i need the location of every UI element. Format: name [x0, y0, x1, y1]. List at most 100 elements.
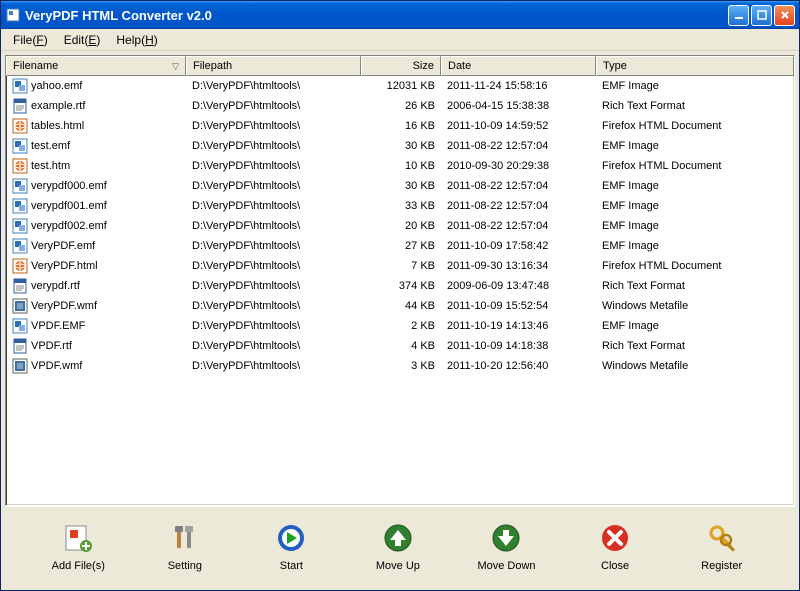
add-files-button[interactable]: Add File(s) [43, 518, 113, 576]
cell-filepath: D:\VeryPDF\htmltools\ [186, 337, 361, 355]
cell-date: 2011-10-09 14:18:38 [441, 337, 596, 355]
list-header: Filename▽ Filepath Size Date Type [6, 56, 794, 76]
cell-filename: test.emf [6, 137, 186, 155]
move-down-button[interactable]: Move Down [469, 518, 543, 576]
cell-type: Firefox HTML Document [596, 157, 794, 175]
cell-size: 16 KB [361, 117, 441, 135]
cell-type: Firefox HTML Document [596, 117, 794, 135]
move-up-label: Move Up [376, 560, 420, 572]
maximize-button[interactable] [751, 5, 772, 26]
file-icon [12, 78, 28, 94]
move-up-button[interactable]: Move Up [363, 518, 433, 576]
register-icon [706, 522, 738, 554]
cell-size: 33 KB [361, 197, 441, 215]
file-icon [12, 158, 28, 174]
cell-type: Windows Metafile [596, 297, 794, 315]
column-type[interactable]: Type [596, 56, 794, 76]
start-button[interactable]: Start [256, 518, 326, 576]
cell-filename: VPDF.wmf [6, 357, 186, 375]
cell-filename: VeryPDF.emf [6, 237, 186, 255]
table-row[interactable]: verypdf000.emfD:\VeryPDF\htmltools\30 KB… [6, 176, 794, 196]
cell-filename: verypdf.rtf [6, 277, 186, 295]
add-files-label: Add File(s) [52, 560, 105, 572]
cell-filepath: D:\VeryPDF\htmltools\ [186, 297, 361, 315]
file-icon [12, 238, 28, 254]
start-label: Start [280, 560, 303, 572]
table-row[interactable]: VeryPDF.wmfD:\VeryPDF\htmltools\44 KB201… [6, 296, 794, 316]
cell-date: 2009-06-09 13:47:48 [441, 277, 596, 295]
minimize-button[interactable] [728, 5, 749, 26]
window-controls [728, 5, 795, 26]
column-filename[interactable]: Filename▽ [6, 56, 186, 76]
cell-type: EMF Image [596, 317, 794, 335]
close-button[interactable] [774, 5, 795, 26]
cell-filename: VPDF.EMF [6, 317, 186, 335]
titlebar[interactable]: VeryPDF HTML Converter v2.0 [1, 1, 799, 29]
setting-button[interactable]: Setting [150, 518, 220, 576]
setting-icon [169, 522, 201, 554]
menu-edit[interactable]: Edit(E) [56, 31, 109, 49]
cell-type: Firefox HTML Document [596, 257, 794, 275]
file-icon [12, 338, 28, 354]
register-button[interactable]: Register [687, 518, 757, 576]
table-row[interactable]: VPDF.wmfD:\VeryPDF\htmltools\3 KB2011-10… [6, 356, 794, 376]
table-row[interactable]: verypdf002.emfD:\VeryPDF\htmltools\20 KB… [6, 216, 794, 236]
cell-type: Rich Text Format [596, 97, 794, 115]
column-size[interactable]: Size [361, 56, 441, 76]
cell-type: Rich Text Format [596, 337, 794, 355]
file-icon [12, 138, 28, 154]
close-label: Close [601, 560, 629, 572]
table-row[interactable]: test.emfD:\VeryPDF\htmltools\30 KB2011-0… [6, 136, 794, 156]
cell-filename: verypdf001.emf [6, 197, 186, 215]
cell-filename: VeryPDF.wmf [6, 297, 186, 315]
file-list[interactable]: Filename▽ Filepath Size Date Type yahoo.… [5, 55, 795, 506]
cell-filename: yahoo.emf [6, 77, 186, 95]
cell-filepath: D:\VeryPDF\htmltools\ [186, 257, 361, 275]
setting-label: Setting [168, 560, 202, 572]
column-filepath[interactable]: Filepath [186, 56, 361, 76]
cell-date: 2011-10-09 14:59:52 [441, 117, 596, 135]
menu-file[interactable]: File(F) [5, 31, 56, 49]
file-icon [12, 98, 28, 114]
cell-size: 374 KB [361, 277, 441, 295]
table-row[interactable]: VPDF.rtfD:\VeryPDF\htmltools\4 KB2011-10… [6, 336, 794, 356]
move-down-icon [490, 522, 522, 554]
cell-filepath: D:\VeryPDF\htmltools\ [186, 217, 361, 235]
register-label: Register [701, 560, 742, 572]
close-app-button[interactable]: Close [580, 518, 650, 576]
cell-filepath: D:\VeryPDF\htmltools\ [186, 277, 361, 295]
file-icon [12, 118, 28, 134]
table-row[interactable]: VeryPDF.htmlD:\VeryPDF\htmltools\7 KB201… [6, 256, 794, 276]
app-icon [5, 7, 21, 23]
move-up-icon [382, 522, 414, 554]
app-window: VeryPDF HTML Converter v2.0 File(F) Edit… [0, 0, 800, 591]
cell-size: 4 KB [361, 337, 441, 355]
table-row[interactable]: tables.htmlD:\VeryPDF\htmltools\16 KB201… [6, 116, 794, 136]
cell-date: 2006-04-15 15:38:38 [441, 97, 596, 115]
table-row[interactable]: yahoo.emfD:\VeryPDF\htmltools\12031 KB20… [6, 76, 794, 96]
table-row[interactable]: VPDF.EMFD:\VeryPDF\htmltools\2 KB2011-10… [6, 316, 794, 336]
cell-filepath: D:\VeryPDF\htmltools\ [186, 77, 361, 95]
table-row[interactable]: VeryPDF.emfD:\VeryPDF\htmltools\27 KB201… [6, 236, 794, 256]
start-icon [275, 522, 307, 554]
cell-date: 2011-08-22 12:57:04 [441, 137, 596, 155]
cell-filepath: D:\VeryPDF\htmltools\ [186, 197, 361, 215]
cell-date: 2011-08-22 12:57:04 [441, 197, 596, 215]
content-area: Filename▽ Filepath Size Date Type yahoo.… [1, 51, 799, 590]
column-date[interactable]: Date [441, 56, 596, 76]
cell-type: EMF Image [596, 177, 794, 195]
cell-type: EMF Image [596, 217, 794, 235]
cell-date: 2011-10-09 17:58:42 [441, 237, 596, 255]
menubar: File(F) Edit(E) Help(H) [1, 29, 799, 51]
cell-size: 44 KB [361, 297, 441, 315]
table-row[interactable]: verypdf.rtfD:\VeryPDF\htmltools\374 KB20… [6, 276, 794, 296]
cell-size: 20 KB [361, 217, 441, 235]
table-row[interactable]: verypdf001.emfD:\VeryPDF\htmltools\33 KB… [6, 196, 794, 216]
file-icon [12, 298, 28, 314]
table-row[interactable]: example.rtfD:\VeryPDF\htmltools\26 KB200… [6, 96, 794, 116]
table-row[interactable]: test.htmD:\VeryPDF\htmltools\10 KB2010-0… [6, 156, 794, 176]
cell-date: 2011-08-22 12:57:04 [441, 217, 596, 235]
cell-filename: VeryPDF.html [6, 257, 186, 275]
menu-help[interactable]: Help(H) [108, 31, 165, 49]
cell-filename: verypdf002.emf [6, 217, 186, 235]
